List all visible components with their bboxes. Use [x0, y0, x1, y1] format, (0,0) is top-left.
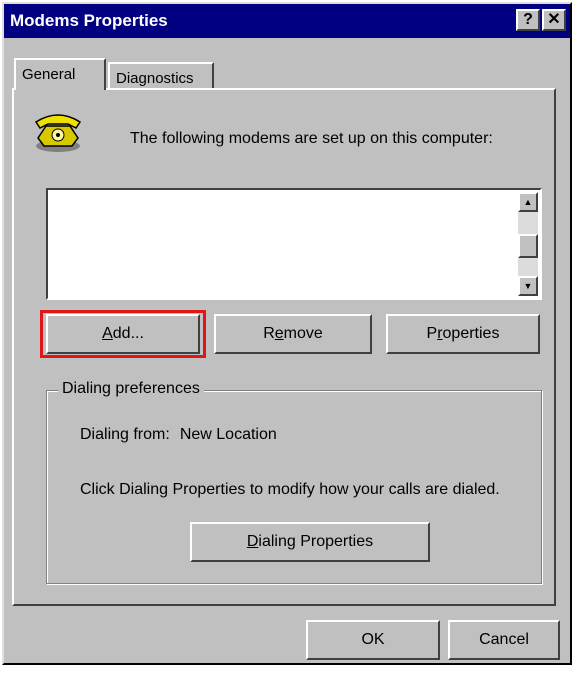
tab-diagnostics[interactable]: Diagnostics: [108, 62, 214, 90]
modem-list[interactable]: ▲ ▼: [46, 188, 542, 300]
dialing-from-row: Dialing from: New Location: [80, 426, 287, 444]
properties-button-suffix: operties: [442, 325, 500, 342]
highlight-box: [40, 310, 206, 358]
dialing-from-label: Dialing from:: [80, 426, 170, 443]
scroll-thumb[interactable]: [518, 234, 538, 258]
dialing-properties-button[interactable]: Dialing Properties: [190, 522, 430, 562]
help-button[interactable]: ?: [516, 9, 540, 31]
dialing-preferences-label: Dialing preferences: [58, 380, 204, 398]
tab-general[interactable]: General: [14, 58, 106, 90]
scroll-down-button[interactable]: ▼: [518, 276, 538, 296]
properties-button[interactable]: Pr operties: [386, 314, 540, 354]
ok-button[interactable]: OK: [306, 620, 440, 660]
scroll-up-button[interactable]: ▲: [518, 192, 538, 212]
modems-heading: The following modems are set up on this …: [130, 130, 493, 147]
window-title: Modems Properties: [10, 11, 168, 30]
remove-button[interactable]: Re move: [214, 314, 372, 354]
remove-button-suffix: move: [283, 325, 323, 342]
dialing-properties-suffix: ialing Properties: [258, 533, 374, 550]
remove-button-accel: e: [274, 325, 284, 342]
modem-list-scrollbar[interactable]: ▲ ▼: [518, 192, 538, 296]
dialing-properties-accel: D: [246, 533, 259, 550]
telephone-icon: [34, 114, 82, 152]
properties-button-prefix: P: [426, 325, 438, 342]
cancel-button[interactable]: Cancel: [448, 620, 560, 660]
title-bar[interactable]: Modems Properties ? ✕: [4, 4, 570, 38]
dialing-info-text: Click Dialing Properties to modify how y…: [80, 481, 500, 498]
close-button[interactable]: ✕: [542, 9, 566, 31]
dialing-from-value: New Location: [179, 426, 277, 443]
title-bar-buttons: ? ✕: [516, 9, 566, 31]
remove-button-prefix: R: [263, 325, 275, 342]
